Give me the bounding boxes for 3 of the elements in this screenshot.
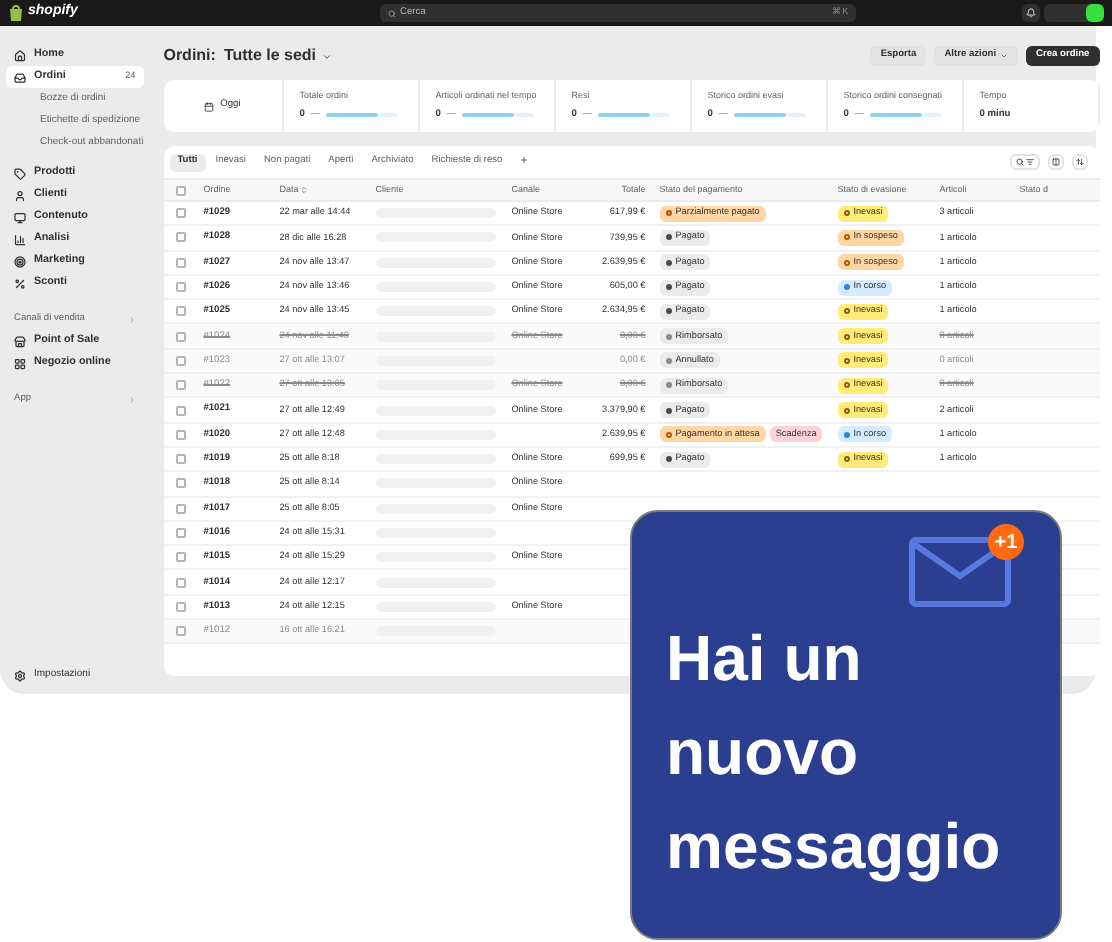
unread-count-badge: +1 bbox=[988, 524, 1024, 560]
page-title: Ordini: bbox=[163, 44, 216, 68]
message-text: Hai un nuovo messaggio bbox=[666, 620, 1003, 886]
